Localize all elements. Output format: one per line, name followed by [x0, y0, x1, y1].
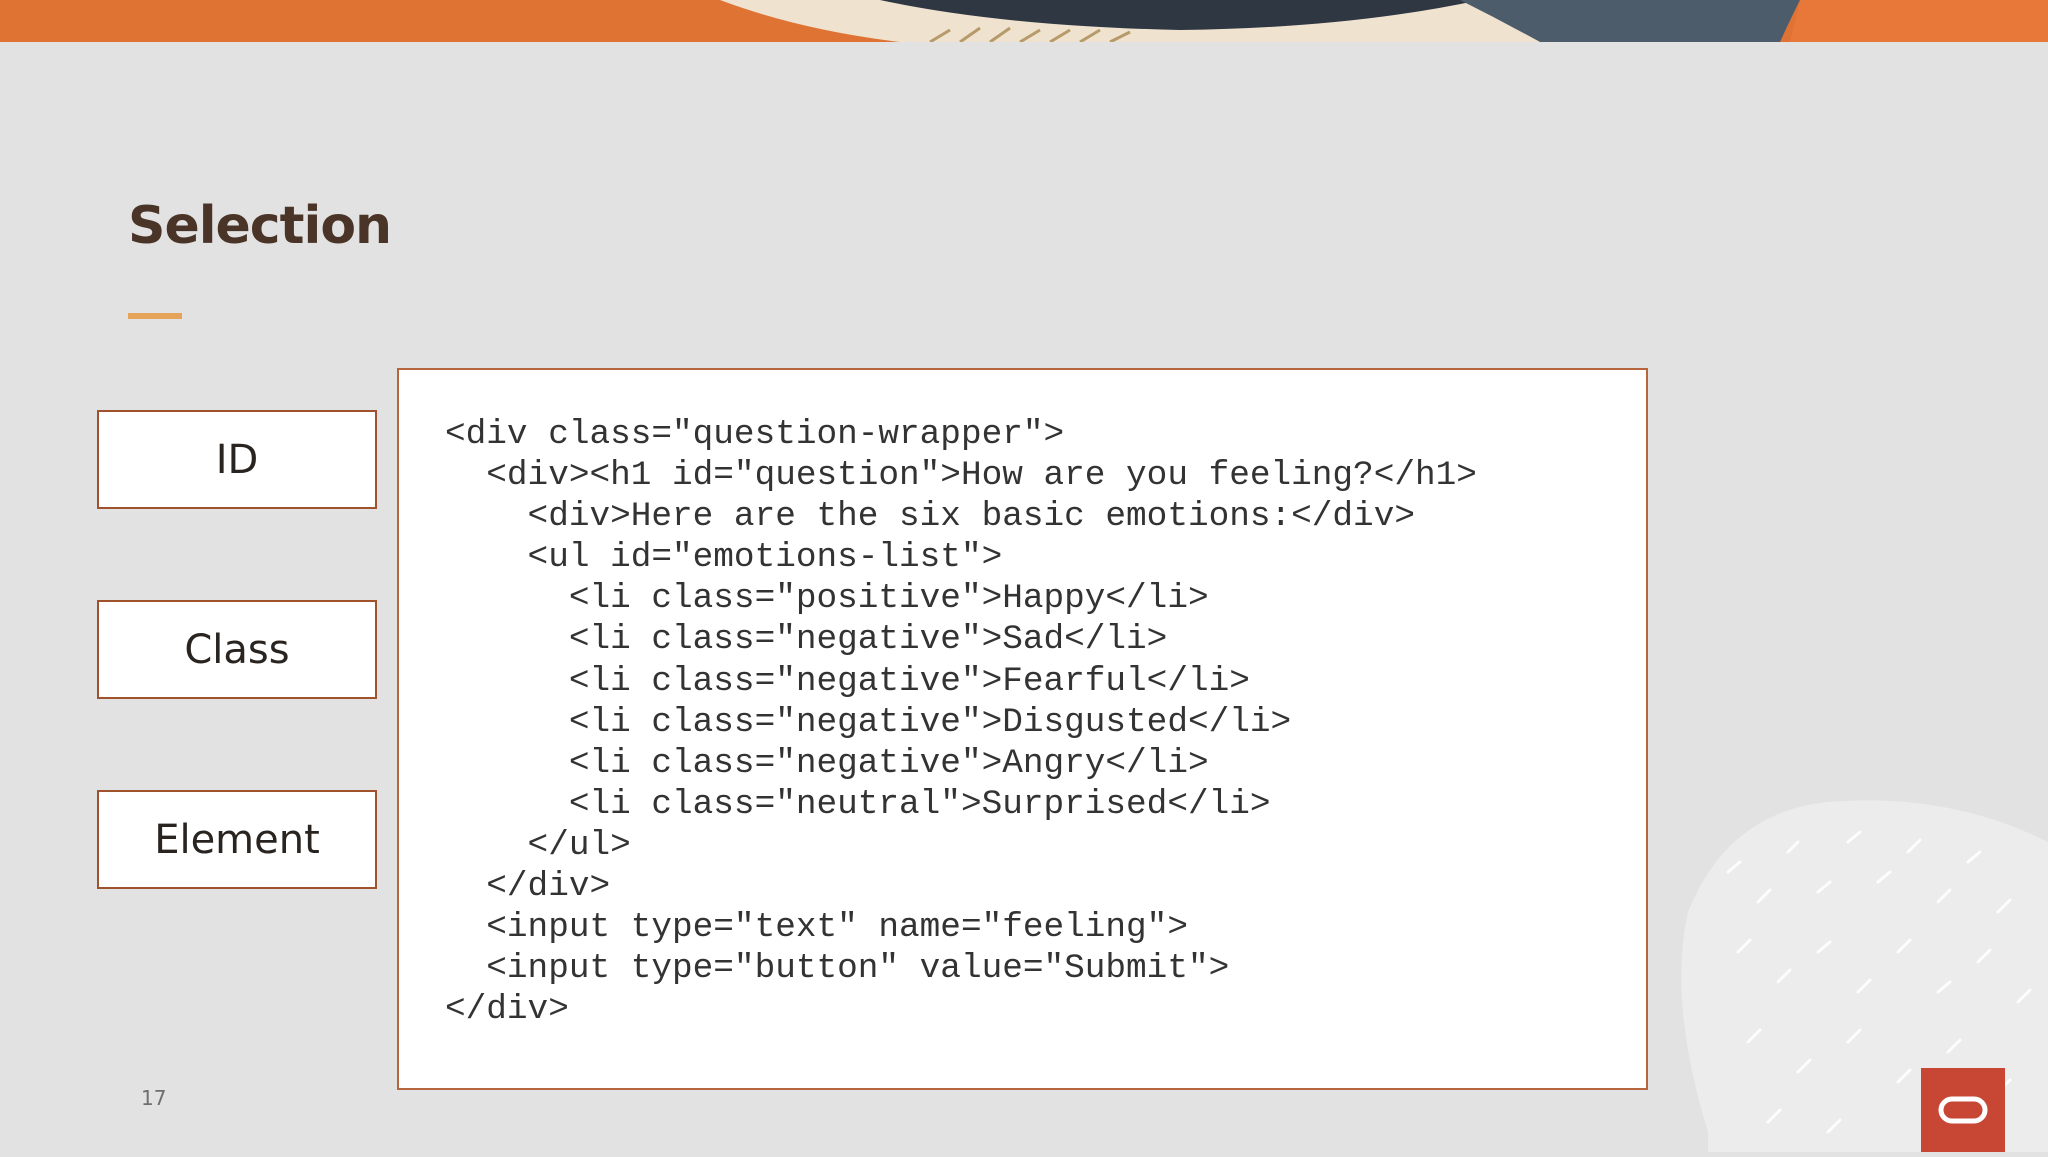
- selector-label-element: Element: [97, 790, 377, 889]
- code-line: </ul>: [445, 825, 631, 865]
- code-line: <li class="positive">Happy</li>: [445, 579, 1209, 619]
- code-line: </div>: [445, 867, 611, 907]
- code-line: <li class="negative">Sad</li>: [445, 620, 1168, 660]
- code-line: <li class="negative">Disgusted</li>: [445, 702, 1292, 742]
- code-sample-panel: <div class="question-wrapper"> <div><h1 …: [397, 368, 1648, 1090]
- code-block: <div class="question-wrapper"> <div><h1 …: [445, 414, 1477, 1030]
- header-decorative-banner: [0, 0, 2048, 42]
- page-number: 17: [141, 1086, 167, 1110]
- code-line: <input type="text" name="feeling">: [445, 908, 1188, 948]
- code-line: <li class="negative">Fearful</li>: [445, 661, 1250, 701]
- code-line: <input type="button" value="Submit">: [445, 949, 1230, 989]
- code-line: <div>Here are the six basic emotions:</d…: [445, 497, 1415, 537]
- slide-title: Selection: [128, 196, 392, 256]
- oracle-logo-icon: [1921, 1068, 2005, 1152]
- code-line: <div><h1 id="question">How are you feeli…: [445, 456, 1477, 496]
- selector-label-id: ID: [97, 410, 377, 509]
- title-underline-accent: [128, 313, 182, 319]
- code-line: <li class="neutral">Surprised</li>: [445, 784, 1271, 824]
- code-line: <li class="negative">Angry</li>: [445, 743, 1209, 783]
- code-line: </div>: [445, 990, 569, 1030]
- selector-label-class: Class: [97, 600, 377, 699]
- code-line: <ul id="emotions-list">: [445, 538, 1003, 578]
- code-line: <div class="question-wrapper">: [445, 415, 1065, 454]
